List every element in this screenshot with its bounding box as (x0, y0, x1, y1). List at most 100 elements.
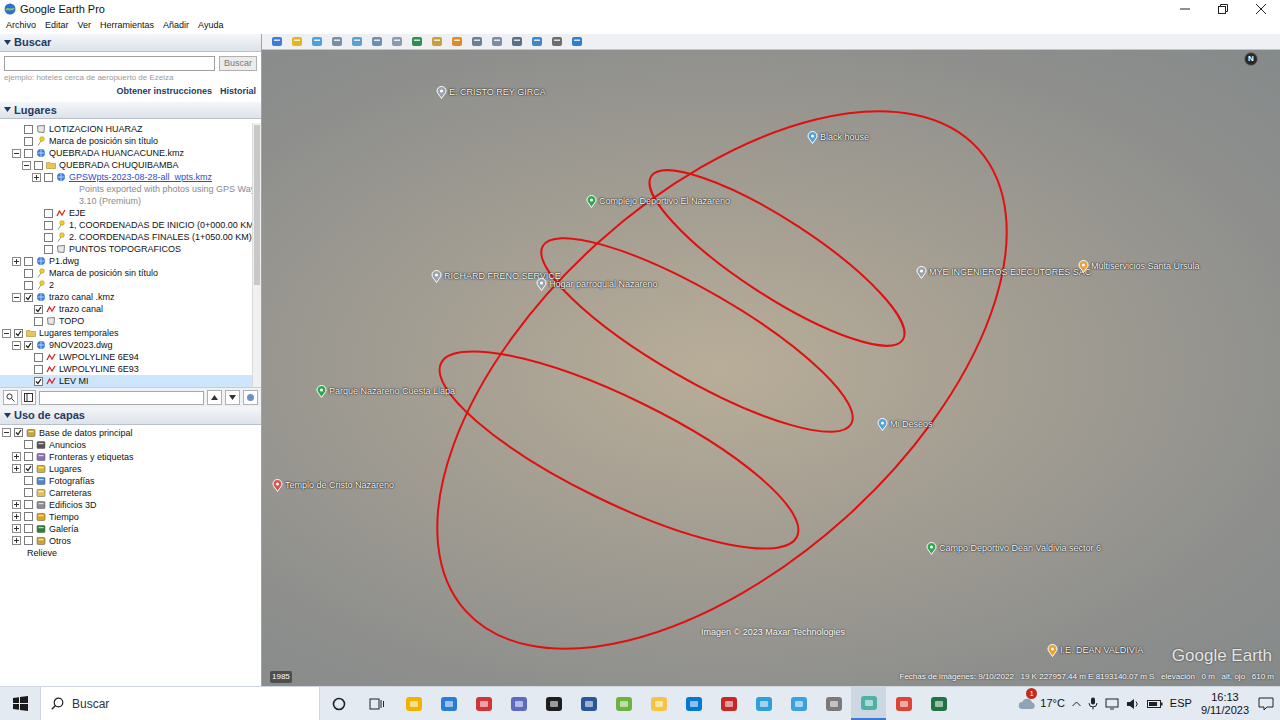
clock[interactable]: 16:139/11/2023 (1199, 691, 1251, 717)
taskbar-search[interactable]: Buscar (40, 687, 320, 720)
map-view[interactable]: E. CRISTO REY GIRCA Black house Complejo D… (262, 50, 1280, 686)
battery-icon[interactable] (1147, 699, 1163, 709)
toolbar-button[interactable] (550, 35, 564, 48)
expander-icon[interactable] (12, 452, 21, 461)
checkbox[interactable] (24, 536, 33, 545)
taskbar-app[interactable] (921, 687, 956, 720)
tree-item[interactable]: 9NOV2023.dwg (0, 339, 252, 351)
toolbar-button[interactable] (570, 35, 584, 48)
checkbox[interactable] (24, 293, 33, 302)
taskbar-app[interactable] (606, 687, 641, 720)
layer-item[interactable]: Lugares (0, 463, 261, 475)
checkbox[interactable] (34, 161, 43, 170)
toolbar-button[interactable] (390, 35, 404, 48)
layers-panel-header[interactable]: Uso de capas (0, 407, 261, 425)
places-panel-header[interactable]: Lugares (0, 102, 261, 120)
checkbox[interactable] (24, 476, 33, 485)
down-button[interactable] (225, 390, 240, 405)
tree-search-button[interactable] (3, 390, 18, 405)
checkbox[interactable] (44, 209, 53, 218)
toolbar-button[interactable] (410, 35, 424, 48)
checkbox[interactable] (34, 353, 43, 362)
layer-item[interactable]: Otros (0, 535, 261, 547)
tree-scrollbar[interactable] (252, 123, 261, 387)
menu-item[interactable]: Añadir (163, 19, 189, 33)
menu-item[interactable]: Ayuda (198, 19, 223, 33)
tree-item[interactable]: 2 (0, 279, 252, 291)
tree-item[interactable]: trazo canal (0, 303, 252, 315)
menu-item[interactable]: Archivo (6, 19, 36, 33)
map-placemark[interactable]: E. CRISTO REY GIRCA (436, 86, 546, 100)
map-placemark[interactable]: Campo Deportivo Dean Valdivia sector 6 (926, 542, 1101, 556)
toolbar-button[interactable] (370, 35, 384, 48)
checkbox[interactable] (24, 137, 33, 146)
toolbar-button[interactable] (530, 35, 544, 48)
volume-icon[interactable] (1126, 698, 1140, 710)
layer-item[interactable]: Carreteras (0, 487, 261, 499)
taskbar-app[interactable] (396, 687, 431, 720)
tree-item[interactable]: 3.10 (Premium) (0, 195, 252, 207)
search-button[interactable]: Buscar (219, 56, 257, 72)
toolbar-button[interactable] (430, 35, 444, 48)
tree-item[interactable]: QUEBRADA CHUQUIBAMBA (0, 159, 252, 171)
weather-widget[interactable]: 117°C (1018, 695, 1065, 712)
checkbox[interactable] (24, 512, 33, 521)
checkbox[interactable] (24, 464, 33, 473)
toolbar-button[interactable] (350, 35, 364, 48)
taskbar-app[interactable] (781, 687, 816, 720)
maximize-button[interactable] (1204, 0, 1242, 18)
checkbox[interactable] (34, 305, 43, 314)
taskbar-app[interactable] (711, 687, 746, 720)
toolbar-button[interactable] (290, 35, 304, 48)
checkbox[interactable] (34, 317, 43, 326)
microphone-icon[interactable] (1088, 697, 1098, 710)
tree-item[interactable]: 1, COORDENADAS DE INICIO (0+000.00 KM) E… (0, 219, 252, 231)
toolbar-button[interactable] (330, 35, 344, 48)
tree-item[interactable]: Points exported with photos using GPS Wa… (0, 183, 252, 195)
menu-item[interactable]: Ver (78, 19, 92, 33)
panel-toggle-button[interactable] (21, 390, 36, 405)
map-placemark[interactable]: Black house (807, 131, 869, 145)
layer-item[interactable]: Anuncios (0, 439, 261, 451)
expander-icon[interactable] (22, 161, 31, 170)
checkbox[interactable] (24, 341, 33, 350)
tree-item[interactable]: LWPOLYLINE 6E94 (0, 351, 252, 363)
expander-icon[interactable] (12, 536, 21, 545)
tree-item[interactable]: LOTIZACION HUARAZ (0, 123, 252, 135)
network-icon[interactable] (1105, 698, 1119, 710)
search-link[interactable]: Obtener instrucciones (116, 85, 212, 99)
checkbox[interactable] (14, 428, 23, 437)
taskbar-app[interactable] (676, 687, 711, 720)
toolbar-button[interactable] (450, 35, 464, 48)
tree-item[interactable]: TOPO (0, 315, 252, 327)
taskbar-app[interactable] (466, 687, 501, 720)
checkbox[interactable] (44, 233, 53, 242)
checkbox[interactable] (24, 452, 33, 461)
checkbox[interactable] (24, 524, 33, 533)
taskbar-app[interactable] (816, 687, 851, 720)
expander-icon[interactable] (12, 524, 21, 533)
expander-icon[interactable] (32, 173, 41, 182)
checkbox[interactable] (34, 377, 43, 386)
toolbar-button[interactable] (310, 35, 324, 48)
taskbar-app[interactable] (501, 687, 536, 720)
language-indicator[interactable]: ESP (1170, 695, 1192, 712)
tree-item[interactable]: Marca de posición sin título (0, 135, 252, 147)
up-button[interactable] (207, 390, 222, 405)
expander-icon[interactable] (12, 149, 21, 158)
tree-item[interactable]: Marca de posición sin título (0, 267, 252, 279)
compass[interactable]: N (1244, 52, 1258, 66)
layer-item[interactable]: Relieve (0, 547, 261, 559)
checkbox[interactable] (44, 245, 53, 254)
checkbox[interactable] (24, 440, 33, 449)
toolbar-button[interactable] (510, 35, 524, 48)
checkbox[interactable] (34, 365, 43, 374)
taskbar-app[interactable] (536, 687, 571, 720)
map-placemark[interactable]: Templo de Cristo Nazareno (272, 479, 394, 493)
map-placemark[interactable]: Complejo Deportivo El Nazareno (586, 195, 730, 209)
checkbox[interactable] (14, 329, 23, 338)
map-placemark[interactable]: Mi Deseos (877, 418, 933, 432)
menu-item[interactable]: Herramientas (100, 19, 154, 33)
search-link[interactable]: Historial (220, 85, 256, 99)
checkbox[interactable] (24, 149, 33, 158)
